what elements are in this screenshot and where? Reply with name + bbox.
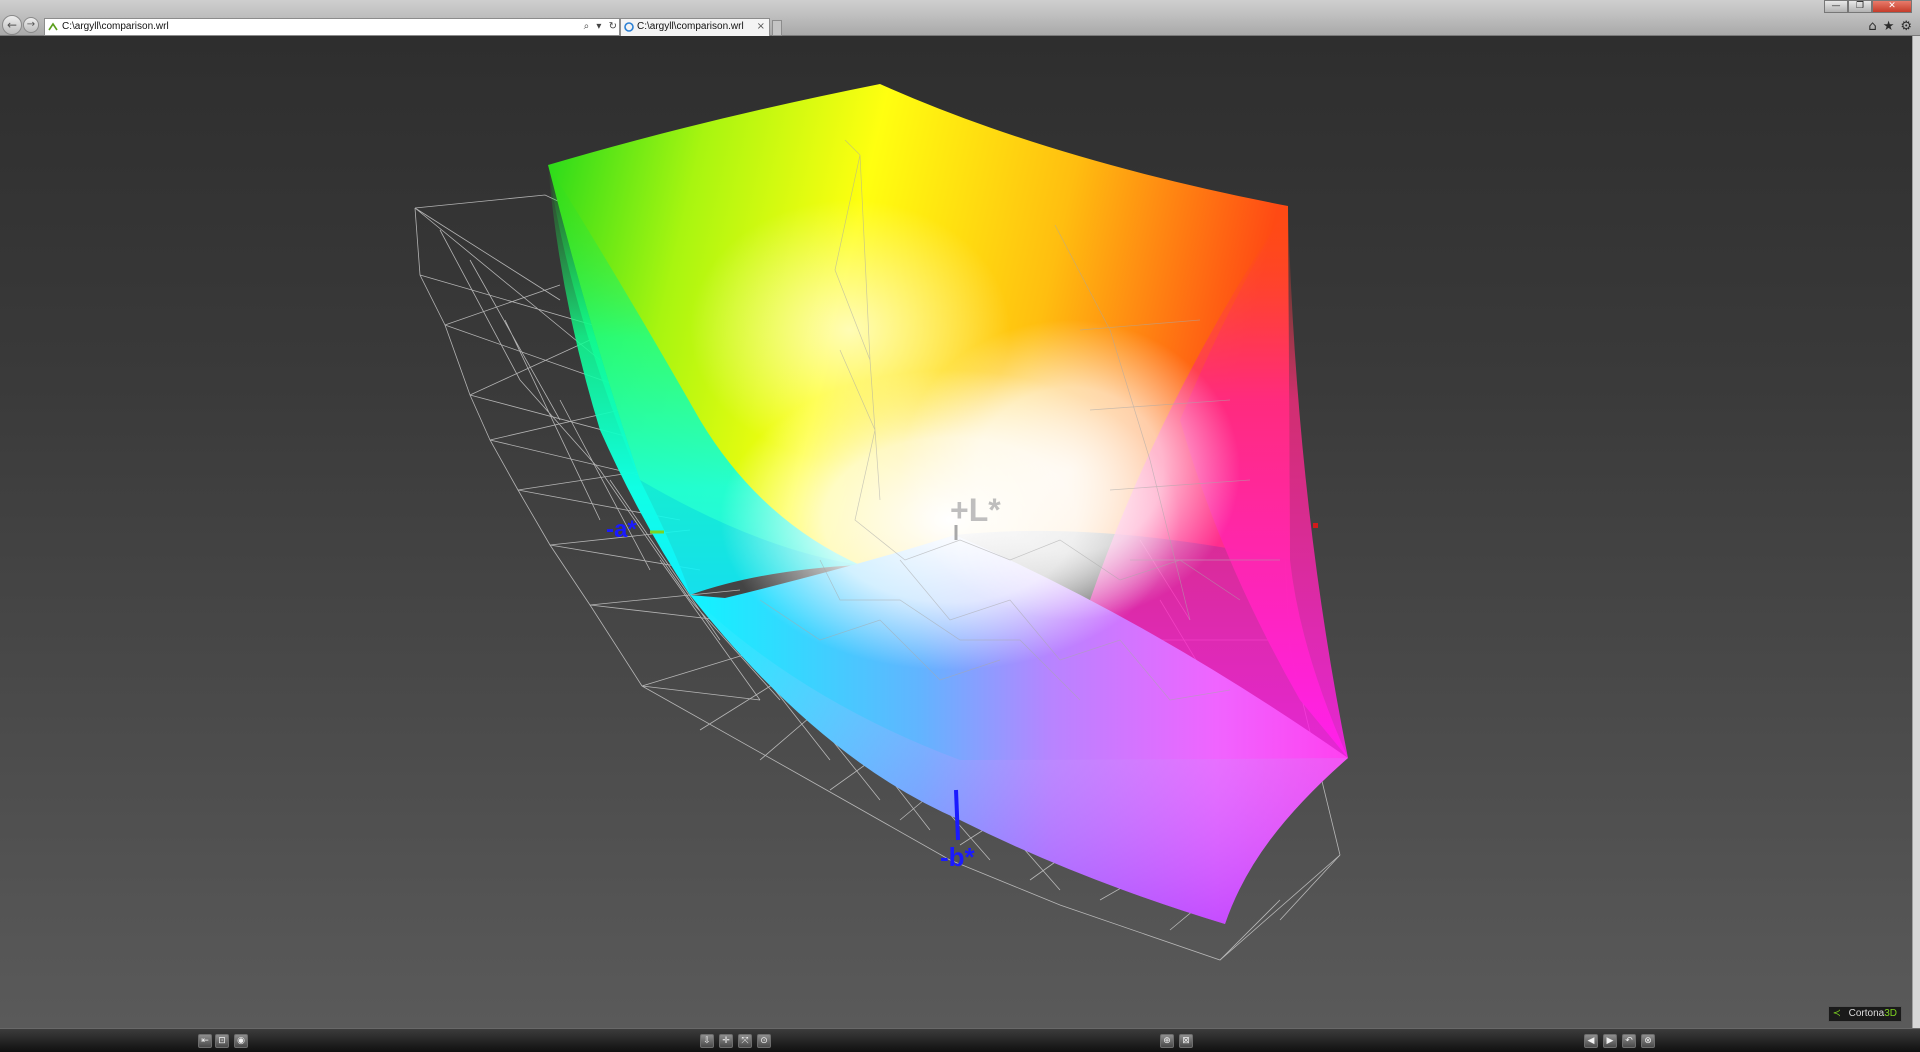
toolbar-next-viewpoint-button[interactable]: ▶ [1603, 1034, 1617, 1048]
dropdown-icon[interactable]: ▾ [596, 21, 601, 32]
refresh-icon[interactable]: ↻ [609, 21, 617, 32]
close-window-button[interactable]: ✕ [1872, 0, 1912, 13]
tab-title: C:\argyll\comparison.wrl [637, 21, 744, 32]
window-controls: — ❐ ✕ [1824, 0, 1912, 13]
viewer-toolbar: ⇤ ⊡ ◉ ⇩ ✛ ⤧ ⊙ ⊕ ⊠ ◀ ▶ ↶ ⊗ [0, 1028, 1920, 1052]
a-axis-label: -a* [606, 516, 637, 543]
toolbar-align-button[interactable]: ⊠ [1179, 1034, 1193, 1048]
gamut-scene [414, 84, 1348, 961]
toolbar-pan-button[interactable]: ⤧ [738, 1034, 752, 1048]
tab-comparison[interactable]: C:\argyll\comparison.wrl × [620, 18, 770, 36]
toolbar-fit-view-button[interactable]: ⊡ [215, 1034, 229, 1048]
toolbar-zoom-button[interactable]: ⊕ [1160, 1034, 1174, 1048]
toolbar-prev-viewpoint-button[interactable]: ◀ [1584, 1034, 1598, 1048]
home-icon[interactable]: ⌂ [1868, 19, 1876, 34]
maximize-button[interactable]: ❐ [1848, 0, 1872, 13]
forward-button[interactable]: → [23, 17, 39, 33]
browser-chrome: — ❐ ✕ ← → C:\argyll\comparison.wrl ⌕ ▾ ↻… [0, 0, 1920, 36]
toolbar-straighten-button[interactable]: ⊗ [1641, 1034, 1655, 1048]
b-axis-label: -b* [940, 842, 975, 872]
l-axis-label: +L* [950, 492, 1001, 528]
back-button[interactable]: ← [2, 15, 22, 35]
vrml-viewport[interactable]: +L* -a* -b* ≺ Cortona3D [0, 36, 1912, 1028]
vertical-scrollbar[interactable] [1912, 36, 1920, 1028]
cortona-logo-icon: ≺ [1832, 1008, 1842, 1019]
toolbar-restore-view-button[interactable]: ⇤ [198, 1034, 212, 1048]
browser-tools: ⌂ ★ ⚙ [1868, 19, 1912, 34]
new-tab-button[interactable] [772, 20, 782, 36]
ie-icon [624, 22, 634, 32]
settings-icon[interactable]: ⚙ [1900, 19, 1912, 34]
toolbar-plan-button[interactable]: ✛ [719, 1034, 733, 1048]
toolbar-viewpoint-button[interactable]: ◉ [234, 1034, 248, 1048]
address-text: C:\argyll\comparison.wrl [62, 21, 169, 32]
tab-close-icon[interactable]: × [757, 19, 765, 35]
address-bar[interactable]: C:\argyll\comparison.wrl ⌕ ▾ ↻ [44, 18, 620, 36]
cortona3d-logo[interactable]: ≺ Cortona3D [1827, 1006, 1902, 1022]
a-axis-marker [1313, 523, 1318, 528]
minimize-button[interactable]: — [1824, 0, 1848, 13]
page-icon [48, 22, 58, 31]
search-icon[interactable]: ⌕ [584, 21, 590, 32]
toolbar-undo-move-button[interactable]: ↶ [1622, 1034, 1636, 1048]
favorites-icon[interactable]: ★ [1883, 19, 1895, 34]
toolbar-study-button[interactable]: ⊙ [757, 1034, 771, 1048]
toolbar-walk-button[interactable]: ⇩ [700, 1034, 714, 1048]
address-tools: ⌕ ▾ ↻ [580, 19, 617, 35]
b-axis-line [954, 789, 960, 841]
